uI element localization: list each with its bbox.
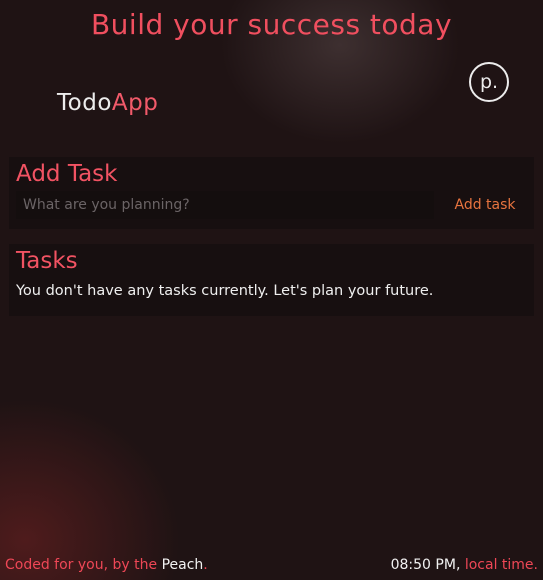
footer-credit-suffix: . [203,557,208,573]
app-brand: TodoApp [57,90,158,116]
footer-time-suffix: . [533,557,538,573]
footer-credit: Coded for you, by the Peach. [5,557,208,573]
add-task-card: Add Task Add task [9,157,534,229]
add-task-title: Add Task [16,161,118,187]
tasks-empty-message: You don't have any tasks currently. Let'… [16,283,434,299]
tasks-title: Tasks [16,248,78,274]
page-headline: Build your success today [90,8,453,41]
footer-clock: 08:50 PM, local time. [391,557,538,573]
task-input[interactable] [16,191,434,219]
footer-time: 08:50 PM [390,557,456,573]
logo-letter: p. [479,70,499,93]
footer-author-link[interactable]: Peach [162,557,204,573]
peach-logo-icon[interactable]: p. [469,62,509,102]
footer-time-label: local time [464,557,534,573]
brand-name-primary: Todo [57,90,112,116]
add-task-button[interactable]: Add task [442,191,528,219]
brand-name-accent: App [111,90,159,116]
tasks-card: Tasks You don't have any tasks currently… [9,244,534,316]
footer-credit-prefix: Coded for you, by the [5,557,162,573]
footer-time-separator: , [455,557,465,573]
